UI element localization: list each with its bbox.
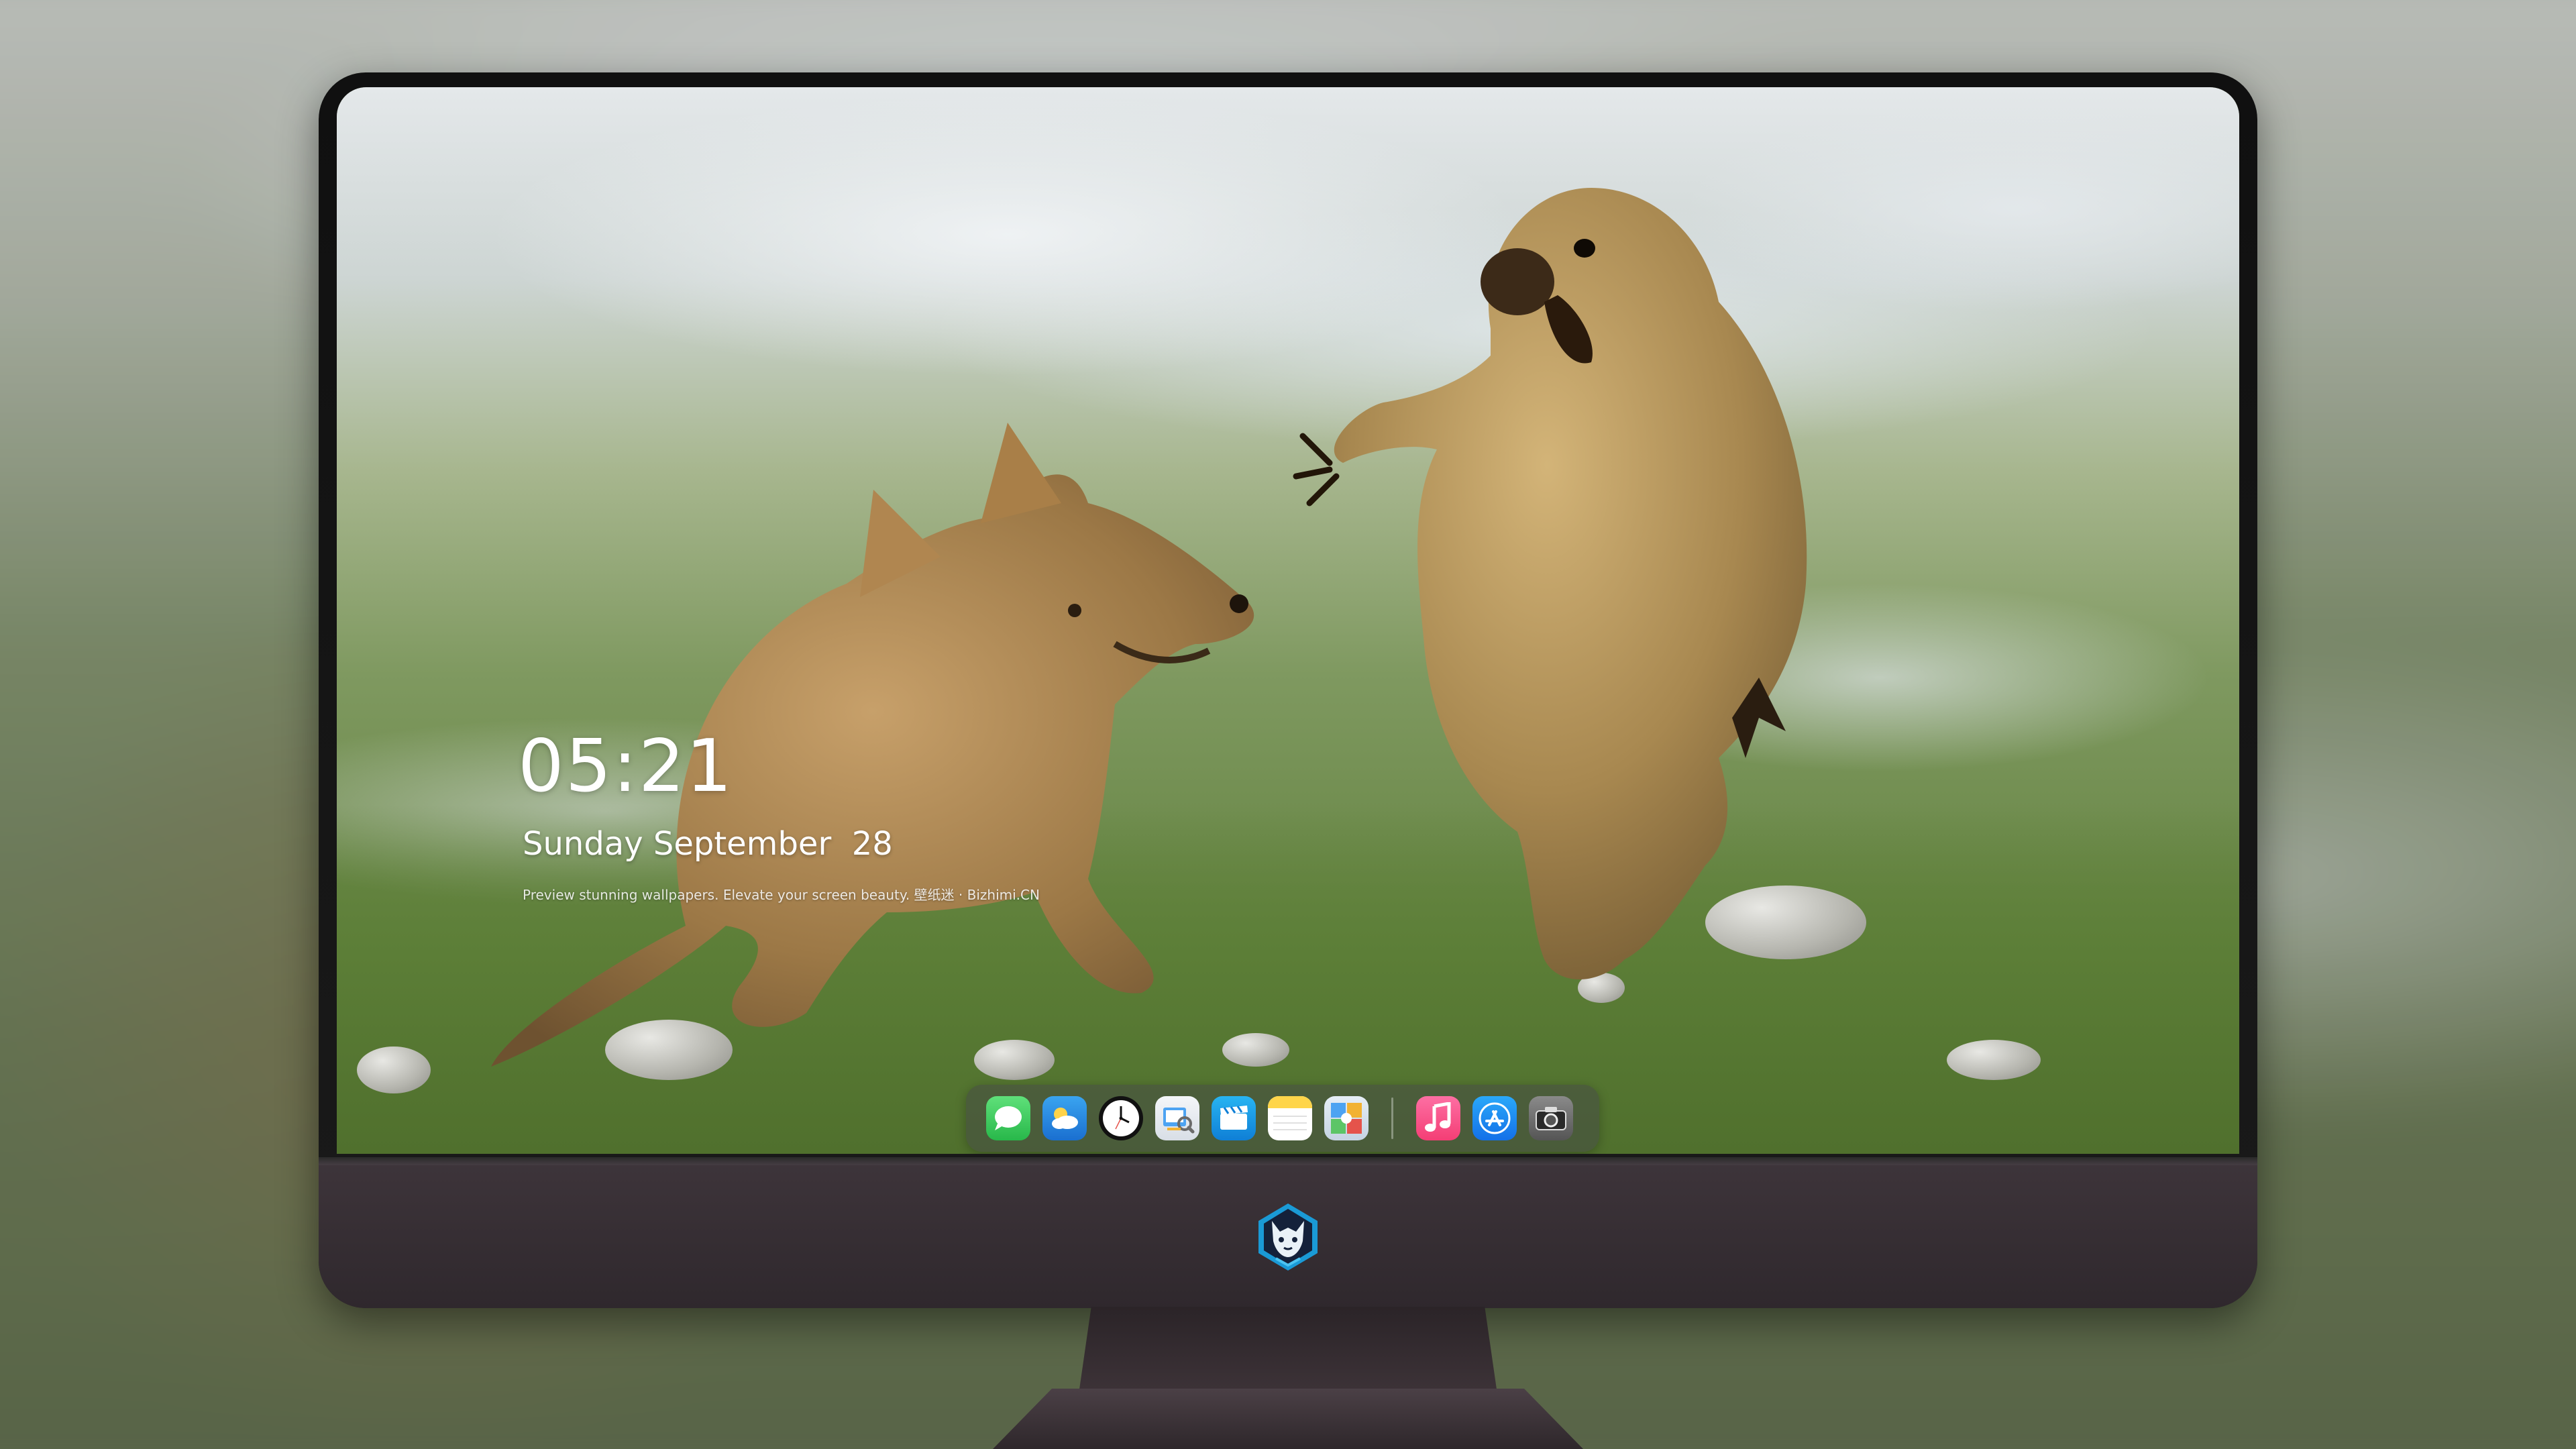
marmot-figure bbox=[1293, 188, 1807, 979]
dock-app-clock[interactable] bbox=[1099, 1096, 1143, 1140]
camera-icon bbox=[1536, 1107, 1566, 1130]
dock-app-clips[interactable] bbox=[1212, 1096, 1256, 1140]
preview-icon bbox=[1163, 1108, 1195, 1134]
dock-app-weather[interactable] bbox=[1042, 1096, 1087, 1140]
dock-app-notes[interactable] bbox=[1268, 1096, 1312, 1140]
photo-booth-icon bbox=[1331, 1103, 1362, 1134]
dock-app-screenshot[interactable] bbox=[1529, 1096, 1573, 1140]
music-icon bbox=[1425, 1102, 1451, 1132]
desktop-page: 05:21 Sunday September 28 Preview stunni… bbox=[0, 0, 2576, 1449]
monitor-screen: 05:21 Sunday September 28 Preview stunni… bbox=[337, 87, 2239, 1154]
dock bbox=[966, 1085, 1599, 1152]
lock-screen-tagline: Preview stunning wallpapers. Elevate you… bbox=[523, 887, 1040, 903]
dock-app-app-store[interactable] bbox=[1472, 1096, 1517, 1140]
fox-mascot-logo bbox=[1258, 1203, 1318, 1271]
clock-icon bbox=[1103, 1100, 1139, 1136]
lock-screen-clock: 05:21 bbox=[518, 724, 734, 808]
lock-screen-date: Sunday September 28 bbox=[523, 825, 893, 863]
dock-app-messages[interactable] bbox=[986, 1096, 1030, 1140]
app-store-icon bbox=[1479, 1102, 1511, 1134]
weather-icon bbox=[1052, 1108, 1078, 1129]
messages-icon bbox=[995, 1106, 1022, 1130]
dock-divider bbox=[1391, 1097, 1393, 1139]
notes-icon bbox=[1268, 1096, 1312, 1130]
monitor-stand-base bbox=[993, 1389, 1583, 1449]
clips-icon bbox=[1220, 1106, 1248, 1130]
dock-app-preview[interactable] bbox=[1155, 1096, 1199, 1140]
monitor-stand-neck bbox=[1079, 1307, 1497, 1394]
wallpaper-animals bbox=[491, 188, 1807, 1067]
dock-app-music[interactable] bbox=[1416, 1096, 1460, 1140]
dock-app-photo-booth[interactable] bbox=[1324, 1096, 1368, 1140]
